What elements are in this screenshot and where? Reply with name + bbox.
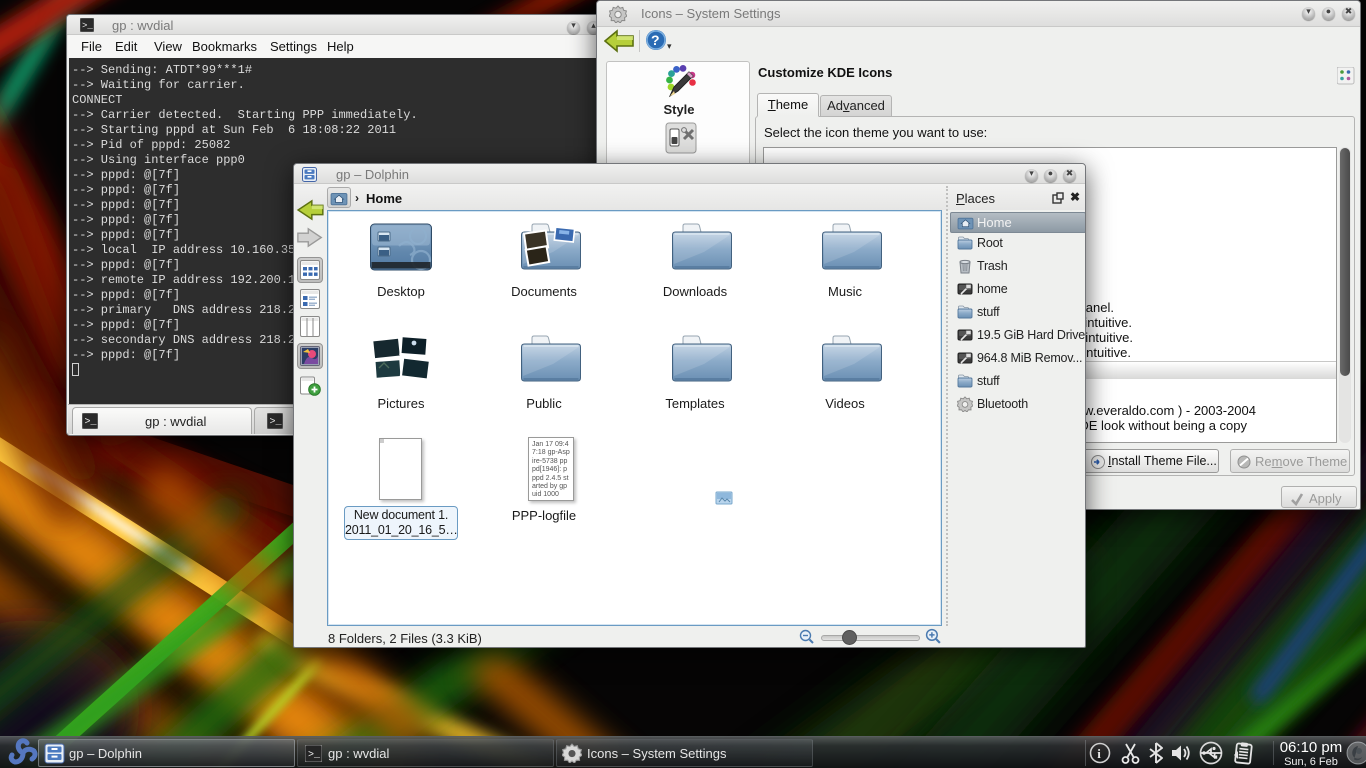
svg-text:?: ? [651, 32, 660, 48]
svg-text:>_: >_ [308, 750, 321, 761]
svg-text:i: i [1097, 746, 1101, 761]
svg-text:>_: >_ [85, 417, 98, 428]
svg-text:>_: >_ [82, 21, 93, 31]
svg-text:>_: >_ [270, 417, 283, 428]
